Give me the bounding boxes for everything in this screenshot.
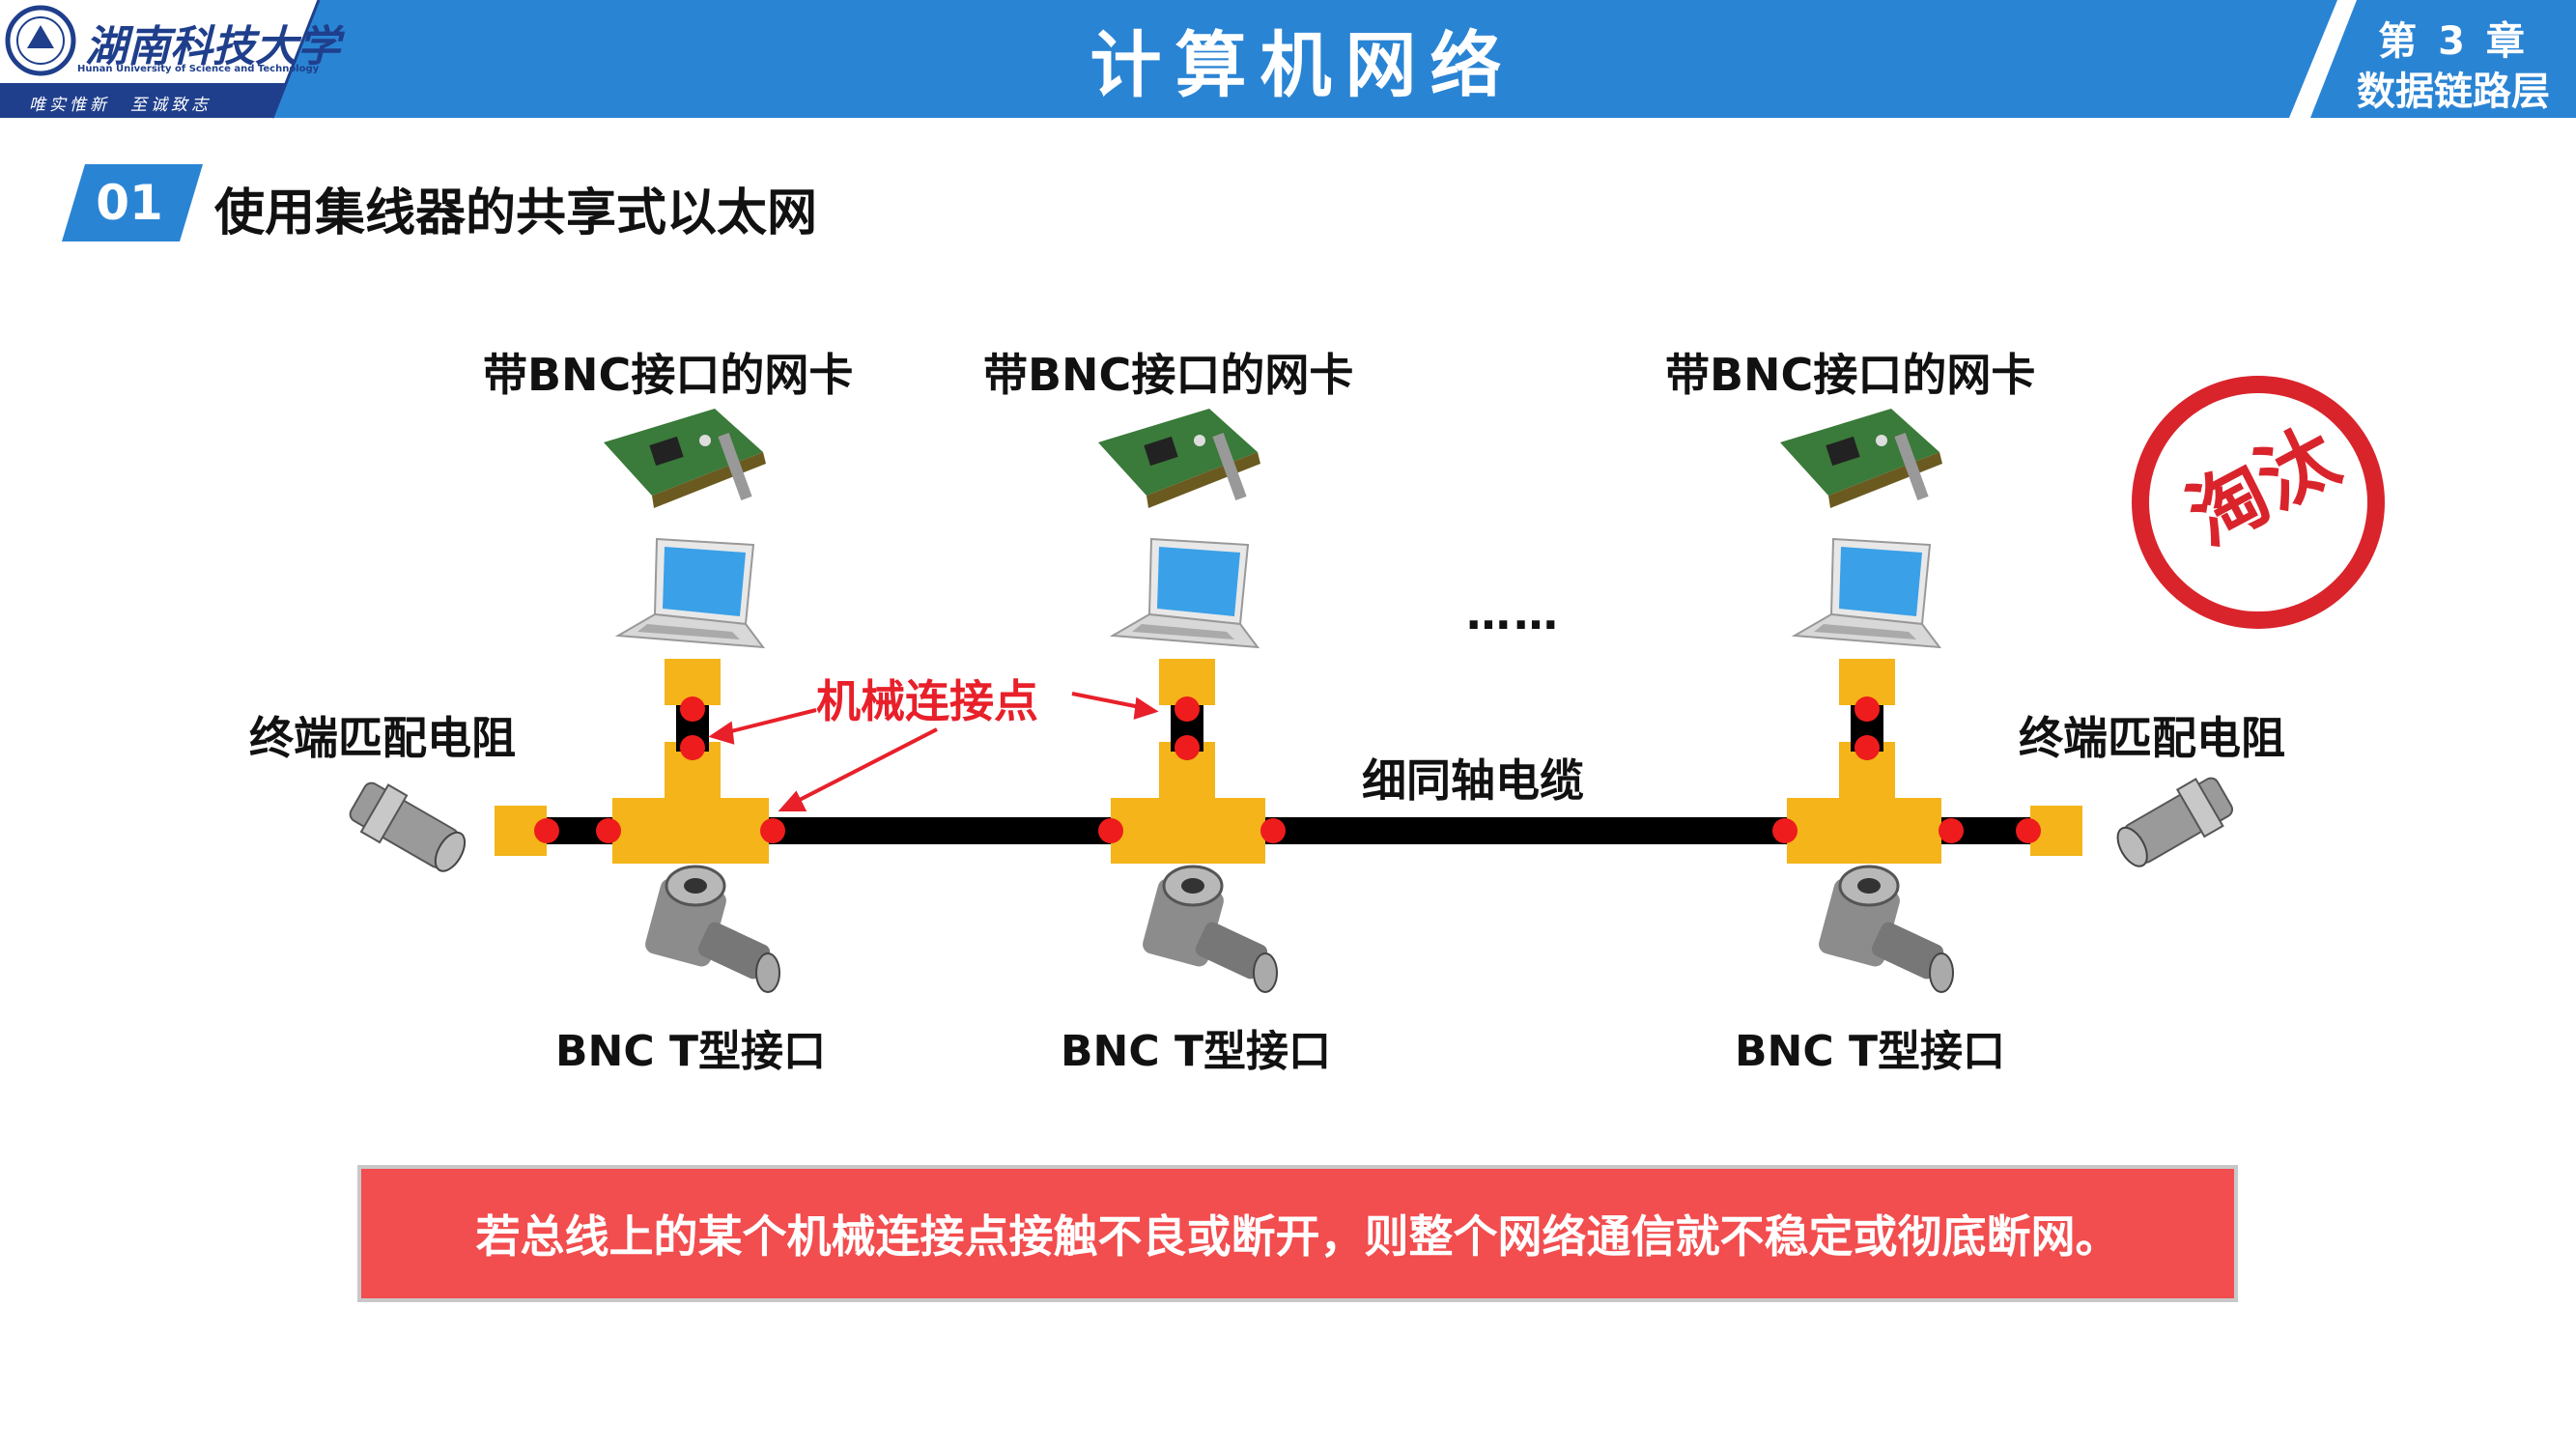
ellipsis: …… bbox=[1466, 587, 1561, 639]
bnc-t-connector-icon bbox=[1819, 865, 1954, 993]
section-title: 使用集线器的共享式以太网 bbox=[214, 185, 818, 242]
terminator-resistor-icon bbox=[349, 781, 467, 872]
warning-text: 若总线上的某个机械连接点接触不良或断开，则整个网络通信就不稳定或彻底断网。 bbox=[475, 1210, 2120, 1263]
network-card-icon bbox=[1098, 409, 1260, 508]
network-card-icon bbox=[604, 409, 766, 508]
header: 计算机网络 bbox=[0, 0, 2576, 118]
warning-banner: 若总线上的某个机械连接点接触不良或断开，则整个网络通信就不稳定或彻底断网。 bbox=[357, 1165, 2238, 1302]
laptop-icon bbox=[614, 537, 766, 649]
t-connector-2 bbox=[1111, 659, 1265, 864]
terminator-label-left: 终端匹配电阻 bbox=[249, 712, 516, 764]
terminator-label-right: 终端匹配电阻 bbox=[2019, 712, 2285, 764]
t-connector-1 bbox=[612, 659, 769, 864]
bnc-label: BNC T型接口 bbox=[555, 1027, 826, 1076]
bnc-label: BNC T型接口 bbox=[1061, 1027, 1331, 1076]
network-card-icon bbox=[1780, 409, 1942, 508]
mechanical-point-label: 机械连接点 bbox=[816, 675, 1038, 727]
t-connector-3 bbox=[1787, 659, 1941, 864]
bnc-label: BNC T型接口 bbox=[1735, 1027, 2005, 1076]
laptop-icon bbox=[1109, 537, 1260, 649]
terminator-resistor-icon bbox=[2116, 777, 2234, 867]
bnc-t-connector-icon bbox=[1143, 865, 1278, 993]
chapter-title: 数据链路层 bbox=[2357, 70, 2550, 114]
university-english-name: Hunan University of Science and Technolo… bbox=[77, 64, 320, 74]
section-number: 01 bbox=[96, 175, 163, 231]
laptop-icon bbox=[1791, 537, 1942, 649]
nic-label: 带BNC接口的网卡 bbox=[1665, 349, 2036, 401]
bnc-t-connector-icon bbox=[645, 865, 780, 993]
nic-label: 带BNC接口的网卡 bbox=[983, 349, 1354, 401]
course-title: 计算机网络 bbox=[1090, 23, 1515, 107]
university-motto: 唯实惟新 至诚致志 bbox=[29, 96, 212, 115]
nic-label: 带BNC接口的网卡 bbox=[483, 349, 854, 401]
cable-label: 细同轴电缆 bbox=[1362, 754, 1584, 807]
chapter-number: 第 3 章 bbox=[2378, 19, 2529, 64]
